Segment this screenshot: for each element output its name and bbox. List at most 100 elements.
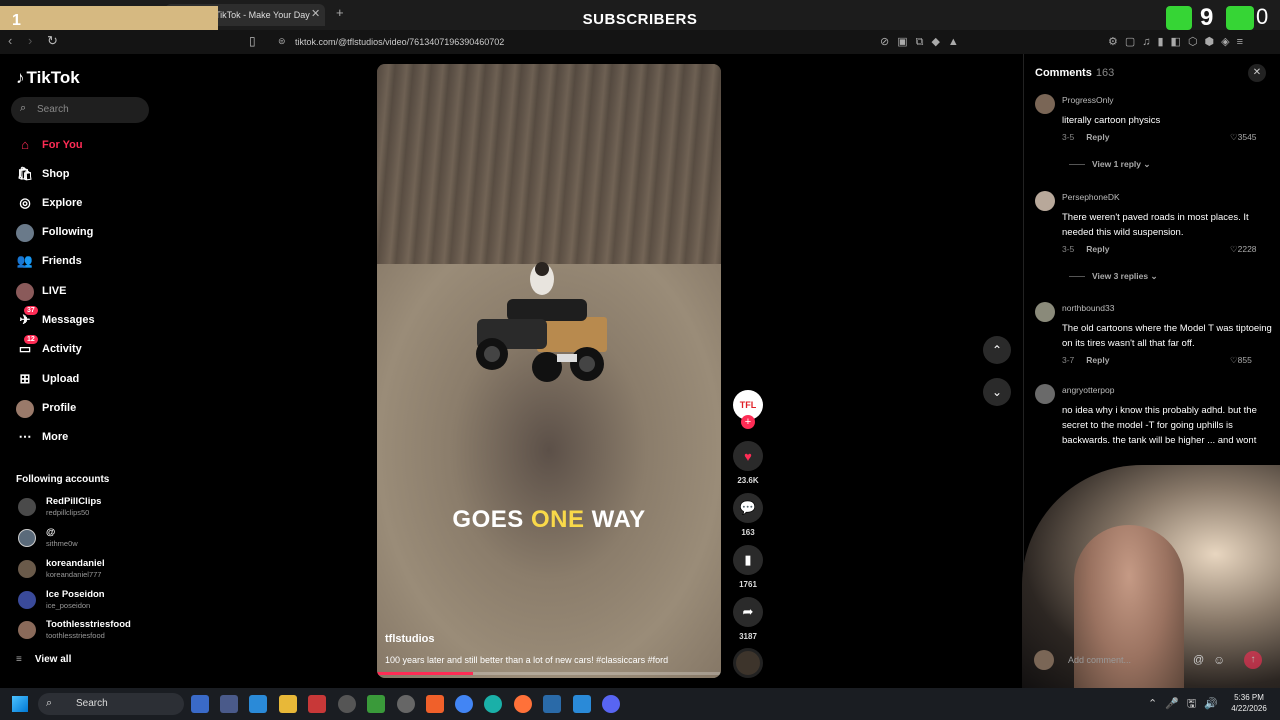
live-avatar-icon <box>16 283 34 301</box>
comment-like[interactable]: ♡3545 <box>1230 132 1257 143</box>
app-icon[interactable] <box>367 695 385 713</box>
toolbar-icons[interactable]: ⚙▢♫▮◧⬡⬢◈≡ <box>1108 35 1250 48</box>
app-icon[interactable] <box>191 695 209 713</box>
taskbar-search[interactable]: ⌕ Search <box>38 693 184 715</box>
heart-outline-icon: ♡ <box>1230 355 1238 365</box>
search-input[interactable]: ⌕ Search <box>11 97 149 123</box>
sidebar-item-more[interactable]: ⋯ More <box>16 428 156 450</box>
close-icon[interactable]: ✕ <box>1248 64 1266 82</box>
sidebar-item-following[interactable]: Following <box>16 223 156 245</box>
more-icon: ⋯ <box>18 429 32 444</box>
comment-avatar[interactable] <box>1035 94 1055 114</box>
view-replies-button[interactable]: View 1 reply ⌄ <box>1069 159 1150 170</box>
comment-item: PersephoneDK There weren't paved roads i… <box>1035 191 1275 291</box>
play-icon <box>1226 6 1254 30</box>
tiktok-logo[interactable]: ♪ TikTok <box>16 68 80 88</box>
sidebar-item-upload[interactable]: ⊞ Upload <box>16 370 156 392</box>
reply-button[interactable]: Reply <box>1086 355 1109 365</box>
video-player[interactable]: GOES ONE WAY tflstudios 100 years later … <box>377 64 721 678</box>
previous-video-button[interactable]: ⌃ <box>983 336 1011 364</box>
file-explorer-icon[interactable] <box>279 695 297 713</box>
edge-icon[interactable] <box>484 695 502 713</box>
sidebar-item-messages[interactable]: ✈ 37 Messages <box>16 306 156 333</box>
app-icon[interactable] <box>397 695 415 713</box>
chrome-icon[interactable] <box>455 695 473 713</box>
sidebar-item-for-you[interactable]: ⌂ For You <box>16 136 156 158</box>
upload-icon: ⊞ <box>19 371 31 386</box>
app-icon[interactable] <box>308 695 326 713</box>
site-info-icon[interactable]: ⊜ <box>278 36 286 47</box>
video-author[interactable]: tflstudios <box>385 633 435 645</box>
firefox-icon[interactable] <box>514 695 532 713</box>
chevron-down-icon: ⌄ <box>1143 159 1151 169</box>
sidebar-item-activity[interactable]: ▭ 12 Activity <box>16 335 156 362</box>
vscode-icon[interactable] <box>573 695 591 713</box>
emoji-icon[interactable]: ☺ <box>1213 653 1225 667</box>
sound-disc-icon[interactable] <box>733 648 763 678</box>
brave-icon[interactable] <box>426 695 444 713</box>
following-account[interactable]: RedPillClips redpillclips50 <box>16 494 156 522</box>
app-icon[interactable] <box>338 695 356 713</box>
sidebar-item-shop[interactable]: 🛍 Shop <box>16 165 156 187</box>
view-replies-button[interactable]: View 3 replies ⌄ <box>1069 271 1158 282</box>
comment-meta: 3-5 Reply <box>1062 244 1110 254</box>
bookmark-icon[interactable]: ▯ <box>249 34 256 48</box>
send-icon[interactable]: ↑ <box>1244 651 1262 669</box>
back-icon[interactable]: ‹ <box>8 33 12 48</box>
sidebar-item-explore[interactable]: ◎ Explore <box>16 194 156 216</box>
follow-plus-icon[interactable]: + <box>741 415 755 429</box>
view-all-link[interactable]: ≡ View all <box>16 654 71 665</box>
comment-avatar[interactable] <box>1035 384 1055 404</box>
video-progress-bar[interactable] <box>377 672 721 675</box>
video-description: 100 years later and still better than a … <box>385 655 669 665</box>
next-video-button[interactable]: ⌄ <box>983 378 1011 406</box>
extension-icons[interactable]: ⊘▣⧉◆▲ <box>880 35 967 49</box>
windows-start-icon[interactable] <box>12 696 28 712</box>
app-icon[interactable] <box>543 695 561 713</box>
following-account[interactable]: koreandaniel koreandaniel777 <box>16 556 156 584</box>
taskbar-clock[interactable]: 5:36 PM 4/22/2026 <box>1222 692 1276 714</box>
comment-user[interactable]: ProgressOnly <box>1062 95 1114 105</box>
reply-button[interactable]: Reply <box>1086 244 1109 254</box>
sidebar-item-profile[interactable]: Profile <box>16 399 156 421</box>
comment-user[interactable]: northbound33 <box>1062 303 1114 313</box>
discord-icon[interactable] <box>602 695 620 713</box>
comment-text: The old cartoons where the Model T was t… <box>1062 323 1272 349</box>
sidebar-item-friends[interactable]: 👥 Friends <box>16 252 156 274</box>
reply-button[interactable]: Reply <box>1086 132 1109 142</box>
comment-like[interactable]: ♡855 <box>1230 355 1252 366</box>
system-tray-icons[interactable]: ⌃🎤🖫🔊 <box>1148 695 1226 714</box>
video-progress-fill <box>377 672 474 675</box>
like-button[interactable]: ♥ 23.6K <box>733 441 763 485</box>
sidebar-item-live[interactable]: LIVE <box>16 282 156 304</box>
account-avatar <box>18 529 36 547</box>
chevron-down-icon: ⌄ <box>1150 271 1158 281</box>
mention-icon[interactable]: @ <box>1193 654 1204 666</box>
comment-like[interactable]: ♡2228 <box>1230 244 1257 255</box>
app-icon[interactable] <box>249 695 267 713</box>
forward-icon[interactable]: › <box>28 33 32 48</box>
comment-input-bar[interactable]: Add comment... @ ☺ ↑ <box>1023 645 1280 675</box>
comment-user[interactable]: PersephoneDK <box>1062 192 1120 202</box>
reload-icon[interactable]: ↻ <box>47 33 58 49</box>
share-button[interactable]: ➦ 3187 <box>733 597 763 641</box>
following-account[interactable]: Ice Poseidon ice_poseidon <box>16 587 156 615</box>
share-count: 3187 <box>739 632 757 641</box>
comment-avatar[interactable] <box>1035 191 1055 211</box>
save-button[interactable]: ▮ 1761 <box>733 545 763 589</box>
comments-title: Comments 163 <box>1035 67 1115 79</box>
comment-avatar[interactable] <box>1035 302 1055 322</box>
comment-button[interactable]: 💬 163 <box>733 493 763 537</box>
app-icon[interactable] <box>220 695 238 713</box>
heart-outline-icon: ♡ <box>1230 244 1238 254</box>
following-account[interactable]: Toothlesstriesfood toothlesstriesfood <box>16 617 156 645</box>
account-avatar <box>18 498 36 516</box>
following-avatar-icon <box>16 224 34 242</box>
comments-count: 163 <box>1095 67 1115 79</box>
account-avatar <box>18 621 36 639</box>
like-count: 23.6K <box>737 476 759 485</box>
comment-user[interactable]: angryotterpop <box>1062 385 1114 395</box>
following-account[interactable]: @ sithme0w <box>16 525 156 553</box>
explore-icon: ◎ <box>19 195 31 210</box>
comment-text: There weren't paved roads in most places… <box>1062 212 1249 238</box>
